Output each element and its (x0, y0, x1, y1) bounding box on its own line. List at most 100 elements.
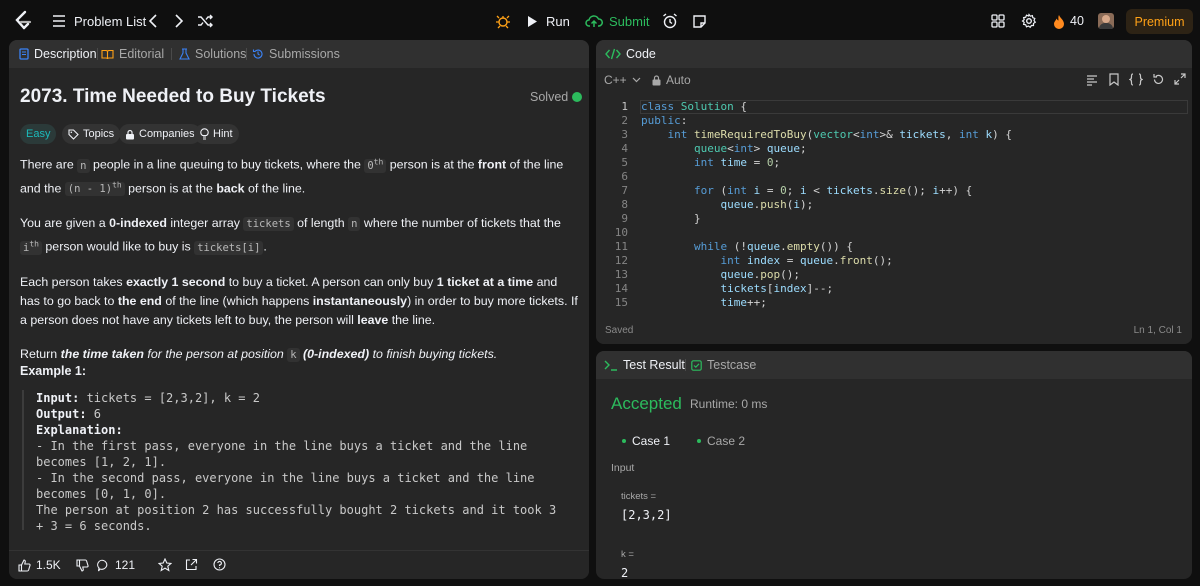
case-2-tab[interactable]: Case 2 (693, 429, 753, 453)
line-number: 9 (621, 212, 628, 225)
line-number: 5 (621, 156, 628, 169)
example-input: Input: tickets = [2,3,2], k = 2 (36, 391, 260, 405)
code-line: while (!queue.empty()) { (693, 240, 853, 253)
line-number: 10 (614, 226, 628, 239)
submit-button[interactable]: Submit (585, 0, 649, 42)
help-icon[interactable] (213, 558, 226, 574)
description-tabs: Description Editorial Solutions Submissi… (9, 40, 589, 68)
tab-editorial-label: Editorial (119, 47, 165, 61)
premium-button[interactable]: Premium (1126, 9, 1193, 34)
topics-tag[interactable]: Topics (62, 124, 121, 144)
tab-submissions[interactable]: Submissions (252, 40, 340, 68)
auto-toggle[interactable]: Auto (652, 73, 691, 87)
line-number: 6 (621, 170, 628, 183)
terminal-icon (604, 360, 617, 371)
tab-description-label: Description (34, 47, 97, 61)
example-explanation-line-3: The person at position 2 has successfull… (36, 503, 557, 533)
code-line: } (641, 212, 701, 225)
solved-label: Solved (530, 90, 569, 104)
avatar[interactable] (1098, 13, 1114, 29)
problem-list-button[interactable]: Problem List (52, 0, 146, 42)
bookmark-icon[interactable] (1109, 73, 1119, 89)
input-label: Input (611, 462, 635, 474)
hint-tag[interactable]: Hint (194, 124, 239, 144)
case-1-tab[interactable]: Case 1 (618, 429, 678, 453)
tab-divider (246, 48, 247, 60)
flask-icon (179, 48, 190, 60)
description-paragraph-2: You are given a 0-indexed integer array … (20, 216, 561, 255)
tab-code[interactable]: Code (605, 40, 656, 68)
chevron-down-icon (632, 77, 641, 83)
streak-counter[interactable]: 40 (1053, 0, 1084, 42)
code-header: Code (596, 40, 1192, 68)
code-line: int time = 0; (693, 156, 781, 169)
code-editor[interactable]: 1 2 3 4 5 6 7 8 9 10 11 12 13 14 15 class Solution { p… (596, 98, 1192, 344)
layout-icon[interactable] (987, 10, 1009, 32)
problem-title: 2073. Time Needed to Buy Tickets (20, 86, 326, 107)
shuffle-icon[interactable] (194, 10, 216, 32)
lock-icon (126, 129, 134, 139)
comment-icon (97, 559, 108, 571)
share-icon[interactable] (185, 558, 198, 574)
case-pass-dot (622, 439, 626, 443)
description-paragraph-1: There are n people in a line queuing to … (20, 157, 564, 196)
code-line: tickets[index]--; (720, 282, 834, 295)
document-icon (19, 48, 29, 60)
history-icon (252, 49, 263, 59)
example-block: Input: tickets = [2,3,2], k = 2 Output: … (22, 390, 566, 533)
debug-icon[interactable] (492, 10, 514, 32)
companies-label: Companies (139, 128, 195, 140)
run-button[interactable]: Run (527, 0, 570, 42)
tab-test-result[interactable]: Test Result (604, 351, 685, 379)
tag-icon (68, 128, 79, 140)
example-explanation-line-1: - In the first pass, everyone in the lin… (36, 439, 528, 469)
difficulty-badge[interactable]: Easy (20, 124, 57, 144)
line-number: 7 (621, 184, 628, 197)
tab-solutions[interactable]: Solutions (179, 40, 246, 68)
language-select[interactable]: C++ (604, 73, 641, 87)
tab-divider (685, 359, 686, 371)
companies-tag[interactable]: Companies (119, 124, 201, 144)
tab-testcase[interactable]: Testcase (691, 351, 756, 379)
check-circle-icon (572, 92, 583, 102)
language-label: C++ (604, 73, 627, 87)
reset-icon[interactable] (1152, 73, 1165, 89)
result-status: Accepted (611, 394, 682, 413)
like-button[interactable]: 1.5K (18, 558, 61, 572)
thumbs-up-icon (18, 558, 31, 572)
alarm-clock-icon[interactable] (659, 10, 681, 32)
lock-icon (652, 74, 661, 85)
line-number: 11 (614, 240, 628, 253)
param-name: k = (621, 549, 634, 560)
leetcode-logo-icon[interactable] (12, 10, 34, 32)
description-paragraph-4: Return the time taken for the person at … (20, 346, 498, 362)
tab-description[interactable]: Description (19, 40, 97, 68)
note-icon[interactable] (688, 10, 710, 32)
code-line: queue<int> queue; (693, 142, 807, 155)
streak-count: 40 (1070, 14, 1084, 28)
fullscreen-icon[interactable] (1174, 73, 1186, 88)
param-value: 2 (621, 566, 629, 579)
like-count: 1.5K (36, 558, 61, 572)
code-brackets-icon (605, 48, 621, 60)
dislike-button[interactable] (76, 559, 89, 575)
chevron-left-icon[interactable] (142, 10, 164, 32)
tab-test-result-label: Test Result (623, 358, 685, 372)
chevron-right-icon[interactable] (168, 10, 190, 32)
line-number: 13 (614, 268, 628, 281)
book-icon (101, 49, 114, 59)
code-line: queue.pop(); (720, 268, 800, 281)
auto-label: Auto (666, 73, 691, 87)
tab-editorial[interactable]: Editorial (101, 40, 164, 68)
gear-icon[interactable] (1018, 10, 1040, 32)
code-line: queue.push(i); (720, 198, 814, 211)
tab-divider (171, 48, 172, 60)
code-line: time++; (720, 296, 767, 309)
comments-button[interactable]: 121 (97, 558, 135, 572)
submit-label: Submit (609, 13, 650, 29)
tab-code-label: Code (626, 47, 656, 61)
star-icon[interactable] (157, 557, 173, 575)
problem-description: There are n people in a line queuing to … (20, 152, 578, 375)
braces-icon[interactable] (1128, 73, 1144, 89)
format-icon[interactable] (1086, 74, 1098, 89)
